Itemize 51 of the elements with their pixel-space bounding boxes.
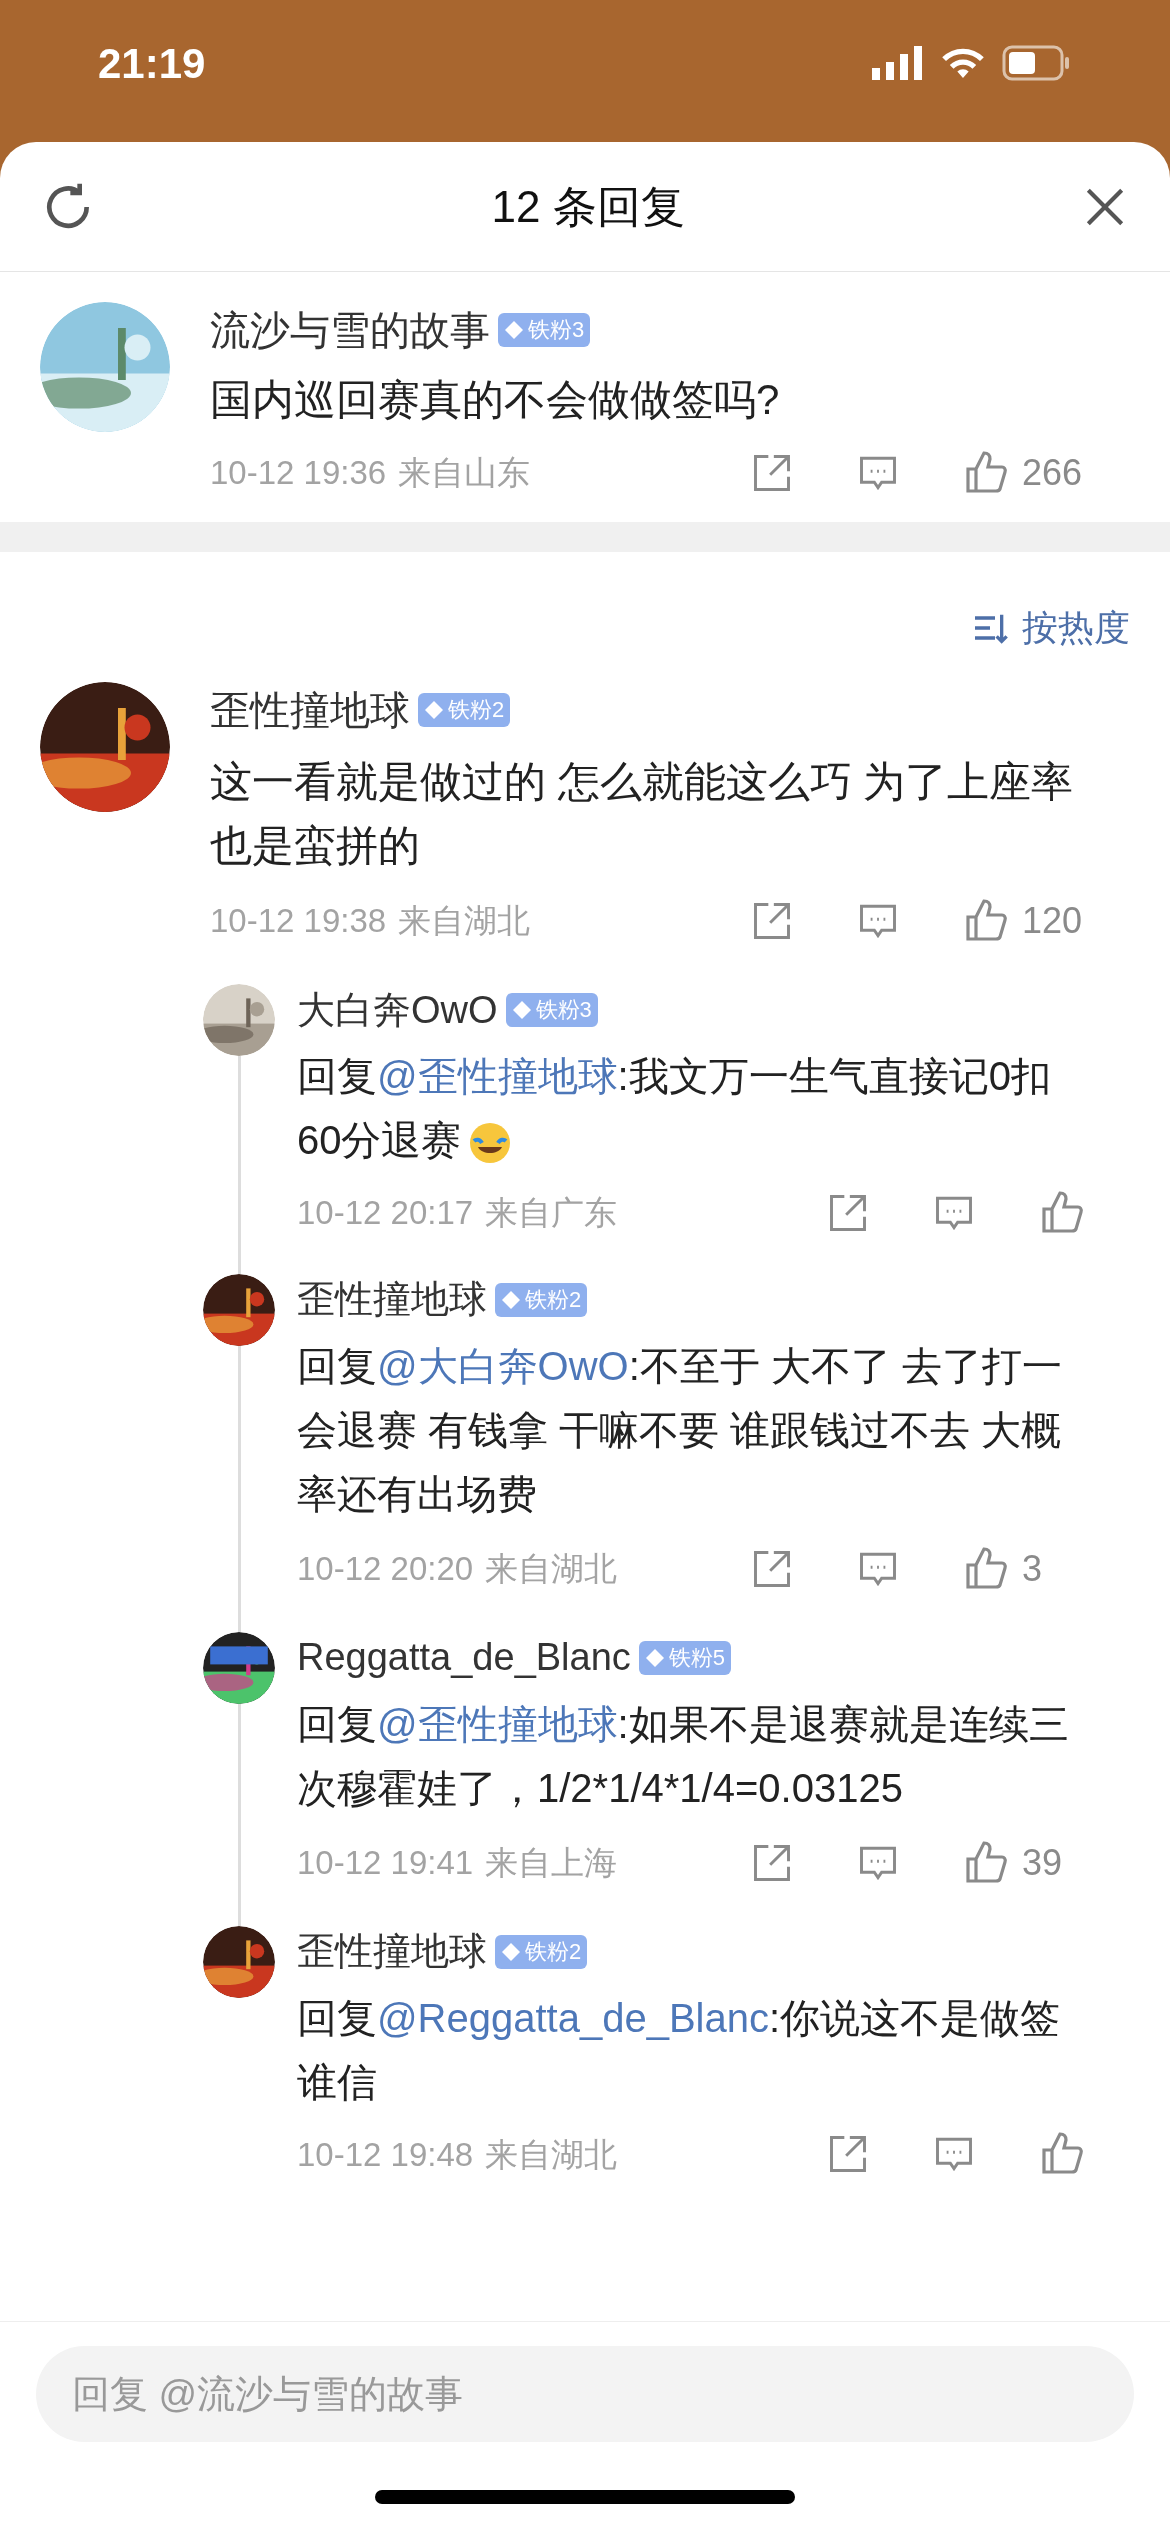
signal-icon — [872, 46, 924, 80]
diamond-icon — [424, 700, 444, 720]
fan-badge: 铁粉2 — [418, 693, 511, 727]
comment-date: 10-12 20:20 — [297, 1548, 474, 1589]
fan-badge: 铁粉2 — [495, 1934, 588, 1969]
comment-date: 10-12 19:36 — [210, 453, 387, 494]
reply-text: 回复@Reggatta_de_Blanc:你说这不是做签谁信 — [297, 1994, 1062, 2106]
comment-location: 来自上海 — [485, 1842, 618, 1883]
mention-link[interactable]: @Reggatta_de_Blanc — [377, 1995, 769, 2040]
user-name[interactable]: 大白奔OwO — [297, 981, 498, 1039]
fan-badge: 铁粉3 — [505, 993, 598, 1027]
battery-icon — [1002, 45, 1072, 81]
comment-location: 来自广东 — [485, 1193, 618, 1233]
fan-badge: 铁粉5 — [638, 1640, 732, 1675]
like-count: 39 — [1022, 1840, 1064, 1885]
comment-location: 来自山东 — [398, 453, 531, 494]
user-name[interactable]: 歪性撞地球 — [297, 1923, 487, 1980]
comment-location: 来自湖北 — [485, 1548, 618, 1589]
mention-link[interactable]: @歪性撞地球 — [377, 1701, 618, 1746]
status-time: 21:19 — [98, 38, 206, 89]
like-count: 3 — [1022, 1546, 1044, 1591]
mention-link[interactable]: @大白奔OwO — [377, 1343, 629, 1388]
diamond-icon — [504, 320, 524, 340]
user-name[interactable]: 歪性撞地球 — [210, 680, 410, 740]
comment-date: 10-12 20:17 — [297, 1193, 474, 1233]
comment-date: 10-12 19:38 — [210, 901, 387, 942]
like-count: 266 — [1022, 451, 1084, 495]
diamond-icon — [644, 1647, 665, 1668]
reply-text: 回复@歪性撞地球:我文万一生气直接记0扣60分退赛 — [297, 1044, 1130, 1172]
header-title: 12 条回复 — [491, 180, 685, 233]
diamond-icon — [501, 1289, 521, 1310]
wifi-icon — [940, 46, 986, 80]
comment-location: 来自湖北 — [398, 901, 531, 942]
fan-badge: 铁粉2 — [495, 1282, 588, 1317]
user-name[interactable]: 歪性撞地球 — [297, 1271, 487, 1328]
reply-text: 回复@大白奔OwO:不至于 大不了 去了打一会退赛 有钱拿 干嘛不要 谁跟钱过不去 大概率还有出场费 — [297, 1342, 1064, 1518]
sort-button[interactable]: 按热度 — [970, 601, 1130, 655]
like-count: 120 — [1022, 899, 1084, 943]
reply-text: 回复@歪性撞地球:如果不是退赛就是连续三次穆霍娃了，1/2*1/4*1/4=0.03125 — [297, 1700, 1070, 1812]
user-name[interactable]: 流沙与雪的故事 — [210, 300, 490, 360]
fan-badge: 铁粉3 — [498, 313, 591, 347]
comment-text: 国内巡回赛真的不会做做签吗? — [210, 375, 781, 425]
mention-link[interactable]: @歪性撞地球 — [377, 1054, 618, 1098]
comment-date: 10-12 19:41 — [297, 1842, 474, 1883]
comment-date: 10-12 19:48 — [297, 2134, 474, 2175]
reply-field[interactable]: 回复 @流沙与雪的故事 — [36, 2346, 1134, 2442]
diamond-icon — [501, 1941, 521, 1962]
diamond-icon — [511, 1000, 532, 1020]
user-name[interactable]: Reggatta_de_Blanc — [297, 1629, 631, 1686]
comment-location: 来自湖北 — [485, 2134, 618, 2175]
comment-text: 这一看就是做过的 怎么就能这么巧 为了上座率也是蛮拼的 — [210, 757, 1075, 871]
